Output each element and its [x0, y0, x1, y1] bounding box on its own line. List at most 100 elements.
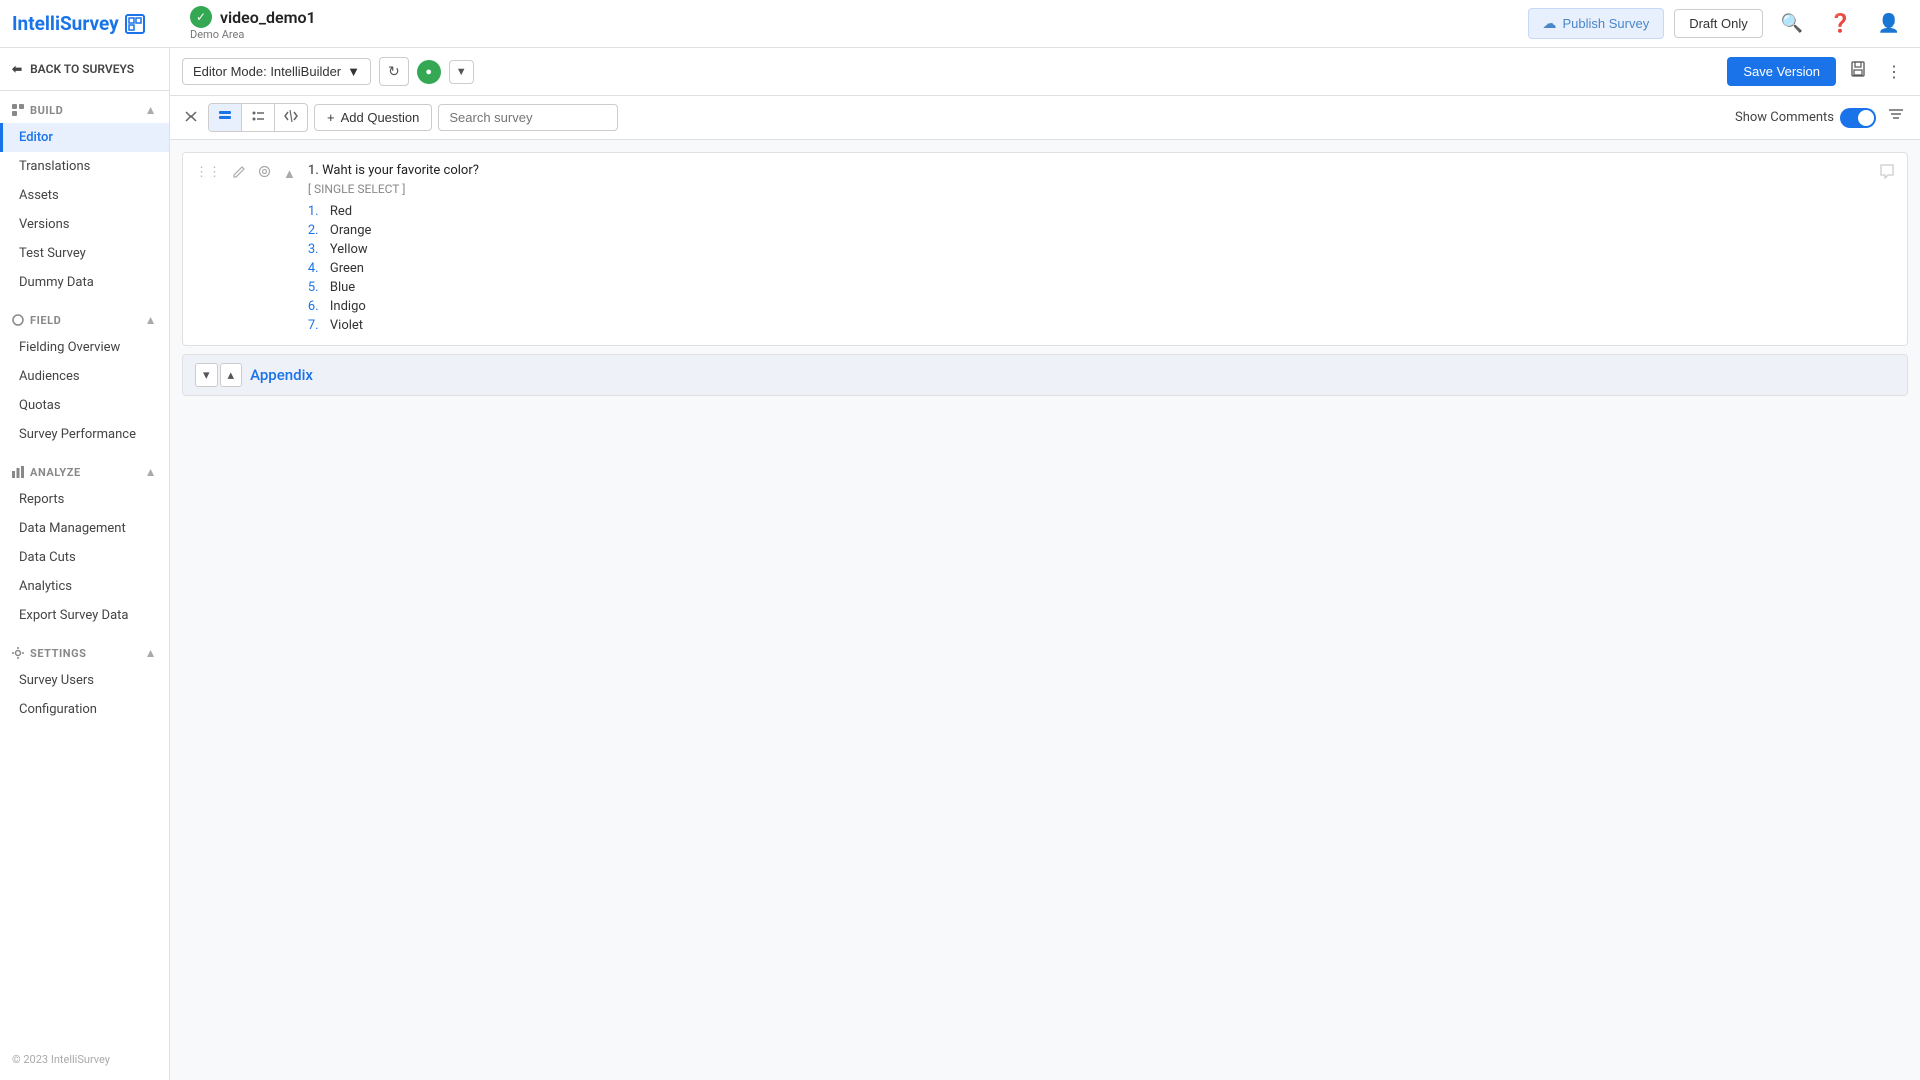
survey-status-icon: ✓	[190, 6, 212, 28]
sidebar-item-reports[interactable]: Reports	[0, 485, 169, 514]
add-question-plus-icon: +	[327, 110, 335, 125]
editor-toolbar: Editor Mode: IntelliBuilder ▼ ↻ ● ▼ Save…	[170, 48, 1920, 96]
answer-item-7: 7. Violet	[308, 316, 1871, 335]
collapse-all-button[interactable]	[180, 104, 202, 131]
survey-info: ✓ video_demo1 Demo Area	[190, 6, 316, 41]
build-label: BUILD	[12, 104, 63, 117]
refresh-button[interactable]: ↻	[379, 57, 409, 86]
show-comments-area: Show Comments	[1735, 108, 1876, 128]
question-type-1: [ SINGLE SELECT ]	[308, 182, 1871, 196]
answer-num-1: 1.	[308, 204, 324, 219]
question-settings-button[interactable]	[254, 163, 275, 183]
answer-num-4: 4.	[308, 261, 324, 276]
field-items: Fielding Overview Audiences Quotas Surve…	[0, 333, 169, 449]
build-collapse-icon: ▲	[145, 103, 157, 117]
settings-collapse-icon: ▲	[145, 646, 157, 660]
account-icon-button[interactable]: 👤	[1870, 9, 1908, 38]
survey-area: Demo Area	[190, 28, 316, 41]
sidebar-item-survey-users[interactable]: Survey Users	[0, 666, 169, 695]
build-section: BUILD ▲ Editor Translations Assets Versi…	[0, 91, 169, 301]
sidebar-item-data-management[interactable]: Data Management	[0, 514, 169, 543]
side-comment-icon[interactable]	[1879, 163, 1895, 183]
back-arrow-icon: ⬅	[12, 62, 22, 76]
more-options-button[interactable]: ⋮	[1880, 58, 1908, 86]
toggle-knob	[1858, 110, 1874, 126]
filter-icon-button[interactable]	[1882, 104, 1910, 131]
sidebar: ⬅ BACK TO SURVEYS BUILD ▲ Editor Transla…	[0, 48, 170, 1080]
drag-handle-icon[interactable]: ⋮⋮	[195, 165, 221, 180]
back-to-surveys-label: BACK TO SURVEYS	[30, 62, 134, 76]
help-icon-button[interactable]: ❓	[1821, 9, 1859, 38]
question-row-1: ⋮⋮ ▲ 1. Waht is your	[183, 153, 1907, 345]
answer-num-6: 6.	[308, 299, 324, 314]
analyze-section-header[interactable]: ANALYZE ▲	[0, 463, 169, 485]
back-to-surveys-button[interactable]: ⬅ BACK TO SURVEYS	[0, 48, 169, 91]
analyze-collapse-icon: ▲	[145, 465, 157, 479]
sidebar-item-audiences[interactable]: Audiences	[0, 362, 169, 391]
outline-view-button[interactable]	[242, 104, 274, 131]
appendix-collapse-up-button[interactable]: ▴	[220, 363, 243, 387]
sidebar-item-export-survey-data[interactable]: Export Survey Data	[0, 601, 169, 630]
field-collapse-icon: ▲	[145, 313, 157, 327]
settings-items: Survey Users Configuration	[0, 666, 169, 724]
sidebar-item-versions[interactable]: Versions	[0, 210, 169, 239]
answer-text-4: Green	[330, 261, 364, 276]
wysiwyg-view-button[interactable]	[209, 104, 241, 131]
content-area: Editor Mode: IntelliBuilder ▼ ↻ ● ▼ Save…	[170, 48, 1920, 1080]
answer-item-3: 3. Yellow	[308, 240, 1871, 259]
green-status-dot[interactable]: ●	[417, 60, 441, 84]
field-label: FIELD	[12, 314, 61, 327]
show-comments-toggle[interactable]	[1840, 108, 1876, 128]
appendix-icon-group: ▾ ▴	[195, 363, 242, 387]
save-version-button[interactable]: Save Version	[1727, 57, 1836, 86]
sidebar-item-fielding-overview[interactable]: Fielding Overview	[0, 333, 169, 362]
search-survey-input[interactable]	[438, 104, 618, 131]
sidebar-item-data-cuts[interactable]: Data Cuts	[0, 543, 169, 572]
answer-num-2: 2.	[308, 223, 324, 238]
answer-text-1: Red	[330, 204, 352, 219]
sidebar-item-translations[interactable]: Translations	[0, 152, 169, 181]
settings-section: SETTINGS ▲ Survey Users Configuration	[0, 634, 169, 728]
sidebar-footer: © 2023 IntelliSurvey	[0, 1039, 169, 1080]
sidebar-item-analytics[interactable]: Analytics	[0, 572, 169, 601]
answer-item-2: 2. Orange	[308, 221, 1871, 240]
answer-text-7: Violet	[330, 318, 363, 333]
question-text-1: Waht is your favorite color?	[322, 163, 479, 178]
collapse-question-button[interactable]: ▲	[279, 164, 300, 183]
analyze-label: ANALYZE	[12, 466, 81, 479]
field-section-header[interactable]: FIELD ▲	[0, 311, 169, 333]
sidebar-item-editor[interactable]: Editor	[0, 123, 169, 152]
build-items: Editor Translations Assets Versions Test…	[0, 123, 169, 297]
editor-mode-button[interactable]: Editor Mode: IntelliBuilder ▼	[182, 58, 371, 85]
sidebar-item-assets[interactable]: Assets	[0, 181, 169, 210]
sidebar-item-survey-performance[interactable]: Survey Performance	[0, 420, 169, 449]
add-question-label: Add Question	[341, 110, 420, 125]
sidebar-item-quotas[interactable]: Quotas	[0, 391, 169, 420]
answer-list-1: 1. Red 2. Orange 3. Yellow	[308, 202, 1871, 335]
appendix-collapse-down-button[interactable]: ▾	[195, 363, 218, 387]
save-icon-button[interactable]	[1844, 57, 1872, 86]
logo-icon	[125, 14, 145, 34]
sidebar-item-configuration[interactable]: Configuration	[0, 695, 169, 724]
answer-num-3: 3.	[308, 242, 324, 257]
draft-only-button[interactable]: Draft Only	[1674, 9, 1763, 38]
answer-item-6: 6. Indigo	[308, 297, 1871, 316]
sidebar-item-dummy-data[interactable]: Dummy Data	[0, 268, 169, 297]
analyze-section: ANALYZE ▲ Reports Data Management Data C…	[0, 453, 169, 634]
answer-item-1: 1. Red	[308, 202, 1871, 221]
add-question-button[interactable]: + Add Question	[314, 104, 432, 131]
search-icon-button[interactable]: 🔍	[1773, 9, 1811, 38]
code-view-button[interactable]	[275, 104, 307, 131]
settings-section-header[interactable]: SETTINGS ▲	[0, 644, 169, 666]
survey-name: video_demo1	[220, 8, 316, 27]
publish-button[interactable]: ☁ Publish Survey	[1528, 8, 1665, 39]
answer-item-4: 4. Green	[308, 259, 1871, 278]
edit-question-button[interactable]	[229, 163, 250, 183]
answer-text-5: Blue	[330, 280, 355, 295]
analyze-items: Reports Data Management Data Cuts Analyt…	[0, 485, 169, 630]
expand-dropdown-button[interactable]: ▼	[449, 60, 474, 84]
survey-editor: ⋮⋮ ▲ 1. Waht is your	[170, 140, 1920, 1080]
build-section-header[interactable]: BUILD ▲	[0, 101, 169, 123]
question-icons: ▲	[229, 163, 300, 183]
sidebar-item-test-survey[interactable]: Test Survey	[0, 239, 169, 268]
